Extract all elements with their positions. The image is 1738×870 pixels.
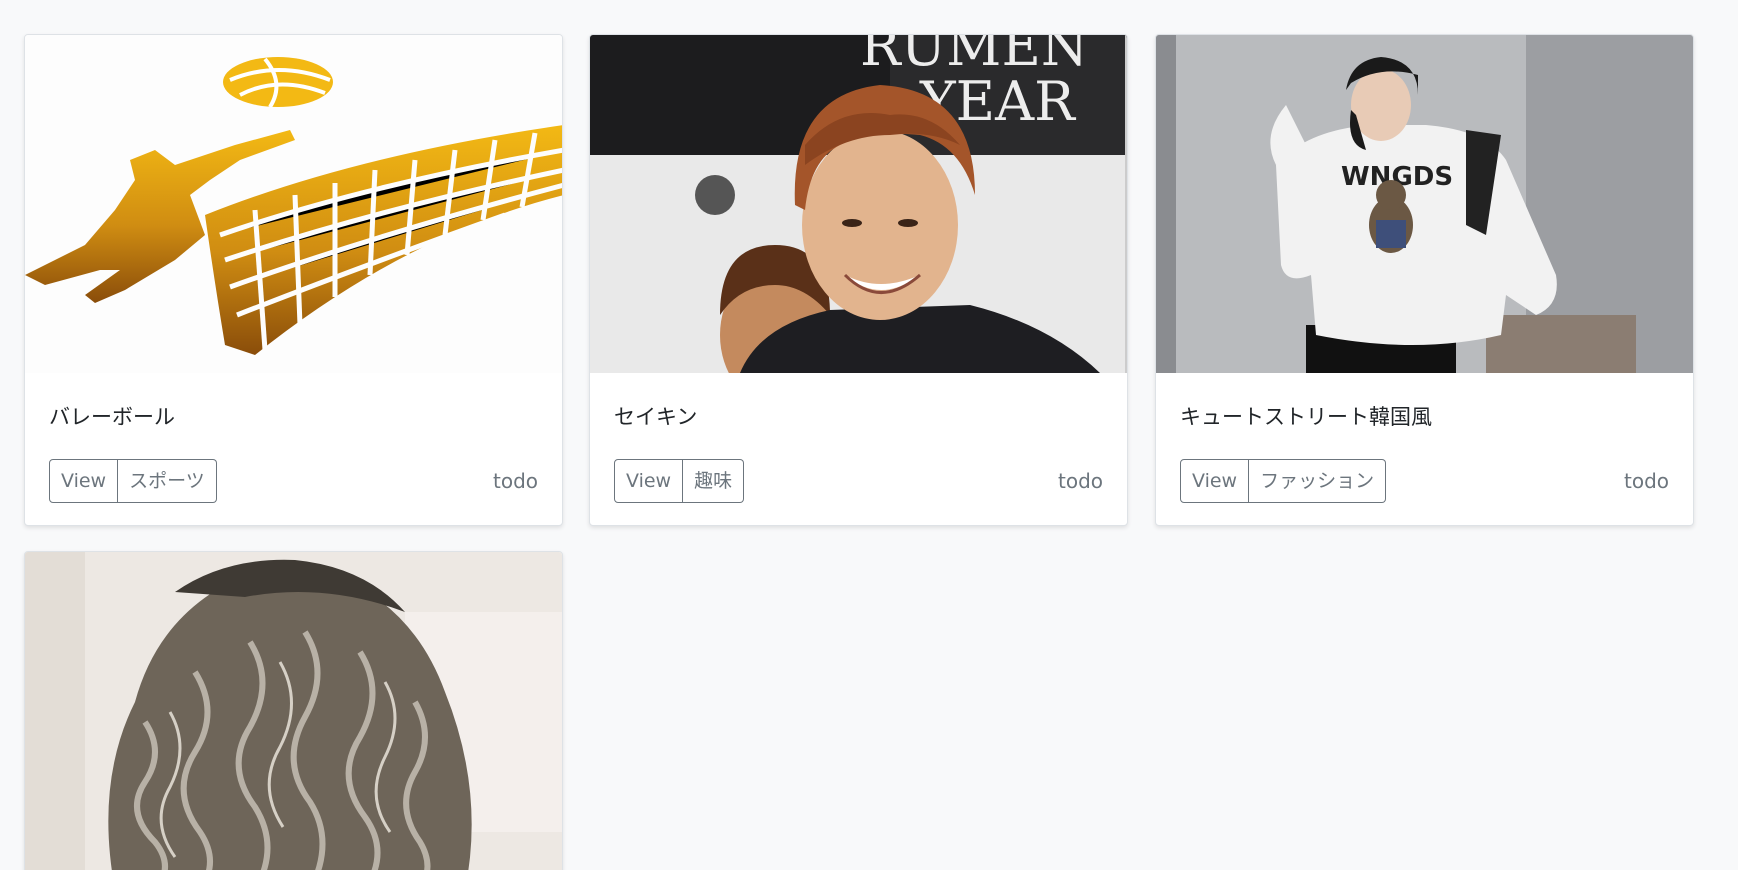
card-image-volleyball: [25, 35, 562, 373]
card-grid: バレーボール View スポーツ todo RUMEN YEAR セイキン Vi…: [0, 0, 1738, 870]
card-image-hair: [25, 552, 562, 870]
category-button[interactable]: スポーツ: [118, 459, 217, 503]
card-body: キュートストリート韓国風 View ファッション todo: [1156, 373, 1693, 525]
status-text: todo: [492, 469, 538, 493]
category-button[interactable]: ファッション: [1249, 459, 1387, 503]
card-image-seikin: RUMEN YEAR: [590, 35, 1127, 373]
card-actions: View ファッション todo: [1180, 459, 1669, 503]
card: バレーボール View スポーツ todo: [24, 34, 563, 526]
card-image-fashion: WNGDS: [1156, 35, 1693, 373]
view-button[interactable]: View: [614, 459, 684, 503]
status-text: todo: [1057, 469, 1103, 493]
category-button[interactable]: 趣味: [683, 459, 745, 503]
button-group: View スポーツ: [49, 459, 217, 503]
status-text: todo: [1623, 469, 1669, 493]
card-title: セイキン: [614, 405, 698, 429]
card: [24, 551, 563, 870]
button-group: View ファッション: [1180, 459, 1387, 503]
view-button[interactable]: View: [49, 459, 119, 503]
card-title: キュートストリート韓国風: [1180, 405, 1432, 429]
card-body: セイキン View 趣味 todo: [590, 373, 1127, 525]
card-title: バレーボール: [49, 405, 175, 429]
card-body: バレーボール View スポーツ todo: [25, 373, 562, 525]
view-button[interactable]: View: [1180, 459, 1250, 503]
card: RUMEN YEAR セイキン View 趣味 todo: [589, 34, 1128, 526]
card: WNGDS キュートストリート韓国風 View ファッション todo: [1155, 34, 1694, 526]
button-group: View 趣味: [614, 459, 745, 503]
card-actions: View スポーツ todo: [49, 459, 538, 503]
card-actions: View 趣味 todo: [614, 459, 1103, 503]
